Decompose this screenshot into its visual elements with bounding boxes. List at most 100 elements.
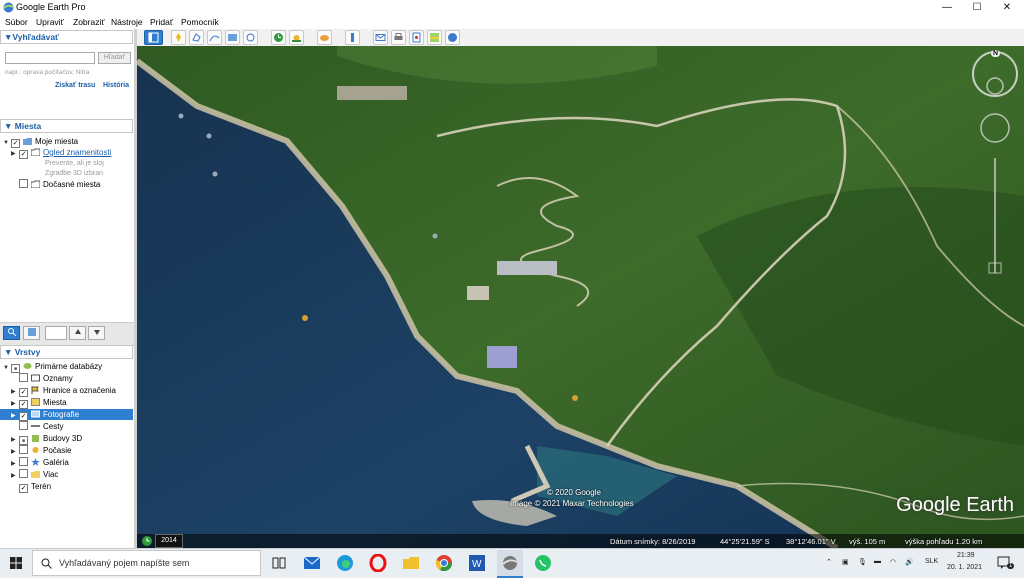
layer-gallery[interactable]: ▶ Galéria xyxy=(11,457,69,468)
add-overlay-button[interactable] xyxy=(225,30,240,45)
look-joystick[interactable] xyxy=(986,77,1004,95)
task-view-icon[interactable] xyxy=(270,554,288,572)
file-explorer-icon[interactable] xyxy=(402,554,420,572)
close-button[interactable]: ✕ xyxy=(992,0,1022,15)
whatsapp-icon[interactable] xyxy=(534,554,552,572)
get-directions-link[interactable]: Získať trasu xyxy=(55,82,95,89)
arrow-up-icon xyxy=(74,329,81,334)
view-in-maps-button[interactable] xyxy=(427,30,442,45)
save-image-button[interactable] xyxy=(409,30,424,45)
checkbox[interactable] xyxy=(19,457,28,466)
checkbox[interactable] xyxy=(19,445,28,454)
tray-overflow-icon[interactable]: ⌃ xyxy=(826,558,832,566)
windows-start-icon[interactable] xyxy=(10,557,22,569)
historical-clock-icon[interactable] xyxy=(141,535,153,547)
record-tour-button[interactable] xyxy=(243,30,258,45)
sun-icon xyxy=(292,35,301,42)
copyright-google: © 2020 Google xyxy=(547,488,601,497)
layer-3d-buildings[interactable]: ▶Budovy 3D xyxy=(11,433,82,445)
search-places-button[interactable] xyxy=(3,326,20,340)
layer-photos[interactable]: ▶Fotografie xyxy=(0,409,133,421)
compass-ring[interactable] xyxy=(972,51,1018,97)
layer-more[interactable]: ▶ Viac xyxy=(11,469,58,480)
taskbar-search[interactable]: Vyhľadávaný pojem napíšte sem xyxy=(32,550,261,576)
move-up-button[interactable] xyxy=(69,326,86,340)
search-input[interactable] xyxy=(5,52,95,64)
minimize-button[interactable]: — xyxy=(932,0,962,15)
earth-3d-view[interactable]: N © 2020 Google Image © 2021 Maxar Techn… xyxy=(137,46,1024,548)
google-earth-taskbar-active[interactable] xyxy=(497,550,523,578)
input-language[interactable]: SLK xyxy=(925,558,938,565)
volume-icon[interactable]: 🔊 xyxy=(905,558,914,566)
checkbox[interactable] xyxy=(19,469,28,478)
compass-north[interactable]: N xyxy=(991,50,1001,57)
checkbox[interactable] xyxy=(11,364,20,373)
places-temporary[interactable]: Dočasné miesta xyxy=(11,179,100,190)
add-polygon-button[interactable] xyxy=(189,30,204,45)
places-my-places[interactable]: ▼Moje miesta xyxy=(3,136,78,149)
checkbox[interactable] xyxy=(19,421,28,430)
menu-edit[interactable]: Upraviť xyxy=(36,17,64,27)
history-link[interactable]: História xyxy=(103,82,129,89)
menu-file[interactable]: Súbor xyxy=(5,17,28,27)
wifi-icon[interactable]: ◠ xyxy=(890,558,896,566)
expand-icon[interactable]: ▼ xyxy=(3,363,11,374)
search-button[interactable]: Hľadať xyxy=(98,52,131,64)
email-button[interactable] xyxy=(373,30,388,45)
print-button[interactable] xyxy=(391,30,406,45)
menu-help[interactable]: Pomocník xyxy=(181,17,219,27)
expand-icon[interactable]: ▶ xyxy=(11,149,19,160)
move-joystick[interactable] xyxy=(980,113,1010,143)
checkbox[interactable] xyxy=(19,179,28,188)
folder-icon xyxy=(31,180,40,188)
places-field[interactable] xyxy=(45,326,67,340)
layers-panel-header[interactable]: ▼ Vrstvy xyxy=(0,345,133,359)
clock-time[interactable]: 21:39 xyxy=(957,552,975,559)
checkbox[interactable] xyxy=(19,400,28,409)
move-down-button[interactable] xyxy=(88,326,105,340)
navigation-controls[interactable] xyxy=(969,48,1021,288)
clock-date[interactable]: 20. 1. 2021 xyxy=(947,564,982,571)
checkbox[interactable] xyxy=(19,436,28,445)
layer-roads[interactable]: Cesty xyxy=(11,421,63,432)
switch-planet-button[interactable] xyxy=(317,30,332,45)
places-panel-header[interactable]: ▼ Miesta xyxy=(0,119,133,133)
placemark-icon xyxy=(176,33,181,42)
battery-icon[interactable]: ▬ xyxy=(874,558,881,565)
opera-browser-icon[interactable] xyxy=(369,554,387,572)
ruler-button[interactable] xyxy=(345,30,360,45)
microphone-icon[interactable]: 🎙 xyxy=(858,558,867,566)
historical-imagery-button[interactable] xyxy=(271,30,286,45)
layer-places[interactable]: ▶Miesta xyxy=(11,397,67,409)
menu-view[interactable]: Zobraziť xyxy=(73,17,105,27)
menu-add[interactable]: Pridať xyxy=(150,17,173,27)
edge-browser-icon[interactable] xyxy=(336,554,354,572)
layer-notices[interactable]: Oznamy xyxy=(11,373,73,384)
tray-app-icon[interactable]: ▣ xyxy=(842,558,849,566)
add-path-button[interactable] xyxy=(207,30,222,45)
earth-view-button[interactable] xyxy=(445,30,460,45)
checkbox[interactable] xyxy=(19,373,28,382)
layer-borders[interactable]: ▶Hranice a označenia xyxy=(11,385,116,397)
mail-app-icon[interactable] xyxy=(303,554,321,572)
imagery-year[interactable]: 2014 xyxy=(155,534,183,548)
checkbox[interactable] xyxy=(19,150,28,159)
word-app-icon[interactable]: W xyxy=(468,554,486,572)
sidebar-toggle-button[interactable] xyxy=(144,30,163,45)
checkbox[interactable] xyxy=(19,484,28,493)
menu-tools[interactable]: Nástroje xyxy=(111,17,143,27)
layer-primary-db[interactable]: ▼Primárne databázy xyxy=(3,361,102,374)
satellite-imagery[interactable] xyxy=(137,46,1024,548)
expand-icon[interactable]: ▼ xyxy=(3,138,11,149)
layer-weather[interactable]: ▶ Počasie xyxy=(11,445,71,456)
layer-terrain[interactable]: Terén xyxy=(11,481,51,493)
search-panel-header[interactable]: ▼Vyhľadávať xyxy=(0,30,133,44)
panel-view-button[interactable] xyxy=(23,326,40,340)
sunlight-button[interactable] xyxy=(289,30,304,45)
checkbox[interactable] xyxy=(19,412,28,421)
checkbox[interactable] xyxy=(19,388,28,397)
places-sightseeing[interactable]: ▶Ogled znamenitosti xyxy=(11,147,111,160)
add-placemark-button[interactable] xyxy=(171,30,186,45)
maximize-button[interactable]: ☐ xyxy=(962,0,992,15)
chrome-browser-icon[interactable] xyxy=(435,554,453,572)
